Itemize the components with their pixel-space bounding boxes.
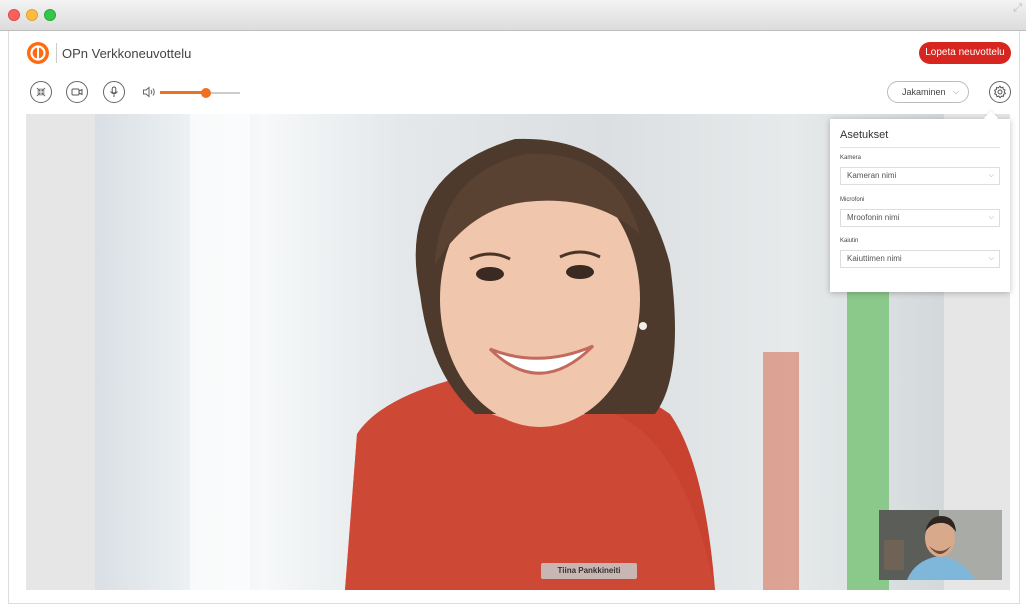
collapse-icon [36, 87, 46, 97]
maximize-window-button[interactable] [44, 9, 56, 21]
window-titlebar[interactable]: ⤢ [0, 0, 1026, 31]
microphone-toggle-button[interactable] [103, 81, 125, 103]
volume-slider-handle[interactable] [201, 88, 211, 98]
settings-divider [840, 147, 1000, 148]
call-toolbar: Jakaminen ⌵ [9, 75, 1019, 115]
chevron-down-icon: ⌵ [988, 214, 994, 221]
participant-video-image [345, 138, 715, 590]
video-camera-icon [71, 88, 83, 96]
self-view-image [879, 510, 1002, 580]
volume-slider-fill [160, 91, 206, 94]
camera-label: Kamera [840, 155, 862, 161]
resize-icon[interactable]: ⤢ [1013, 2, 1022, 15]
chevron-down-icon: ⌵ [988, 172, 994, 179]
microphone-select-value: Mroofonin nimi [847, 213, 900, 222]
settings-popover: Asetukset Kamera Kameran nimi ⌵ Microfon… [830, 119, 1010, 292]
volume-slider[interactable] [160, 88, 240, 98]
chevron-down-icon: ⌵ [988, 255, 994, 262]
speaker-label: Kaiutin [840, 238, 859, 244]
logo-divider [56, 43, 57, 63]
close-window-button[interactable] [8, 9, 20, 21]
settings-title: Asetukset [840, 129, 889, 141]
chevron-down-icon: ⌵ [952, 87, 959, 96]
end-call-button[interactable]: Lopeta neuvottelu [919, 42, 1011, 64]
speaker-volume-icon [143, 86, 155, 98]
microphone-label: Microfoni [840, 197, 865, 203]
self-view-video[interactable] [879, 510, 1002, 580]
gear-icon [993, 85, 1007, 99]
settings-button[interactable] [989, 81, 1011, 103]
minimize-window-button[interactable] [26, 9, 38, 21]
microphone-select[interactable]: Mroofonin nimi ⌵ [840, 209, 1000, 227]
camera-select[interactable]: Kameran nimi ⌵ [840, 167, 1000, 185]
minimize-view-button[interactable] [30, 81, 52, 103]
op-logo-icon [27, 42, 49, 64]
app-window: ⤢ OPn Verkkoneuvottelu Lopeta neuvottelu [0, 0, 1026, 612]
microphone-icon [110, 86, 118, 97]
share-dropdown-button[interactable]: Jakaminen ⌵ [887, 81, 969, 103]
main-video[interactable]: Tiina Pankkineiti [95, 114, 944, 590]
app-title: OPn Verkkoneuvottelu [62, 46, 192, 61]
camera-select-value: Kameran nimi [847, 171, 897, 180]
speaker-select[interactable]: Kaiuttimen nimi ⌵ [840, 250, 1000, 268]
app-header: OPn Verkkoneuvottelu Lopeta neuvottelu [9, 31, 1019, 75]
app-frame: OPn Verkkoneuvottelu Lopeta neuvottelu J… [8, 31, 1020, 604]
camera-toggle-button[interactable] [66, 81, 88, 103]
share-label: Jakaminen [902, 87, 946, 97]
speaker-select-value: Kaiuttimen nimi [847, 254, 902, 263]
participant-name-label: Tiina Pankkineiti [541, 563, 637, 579]
